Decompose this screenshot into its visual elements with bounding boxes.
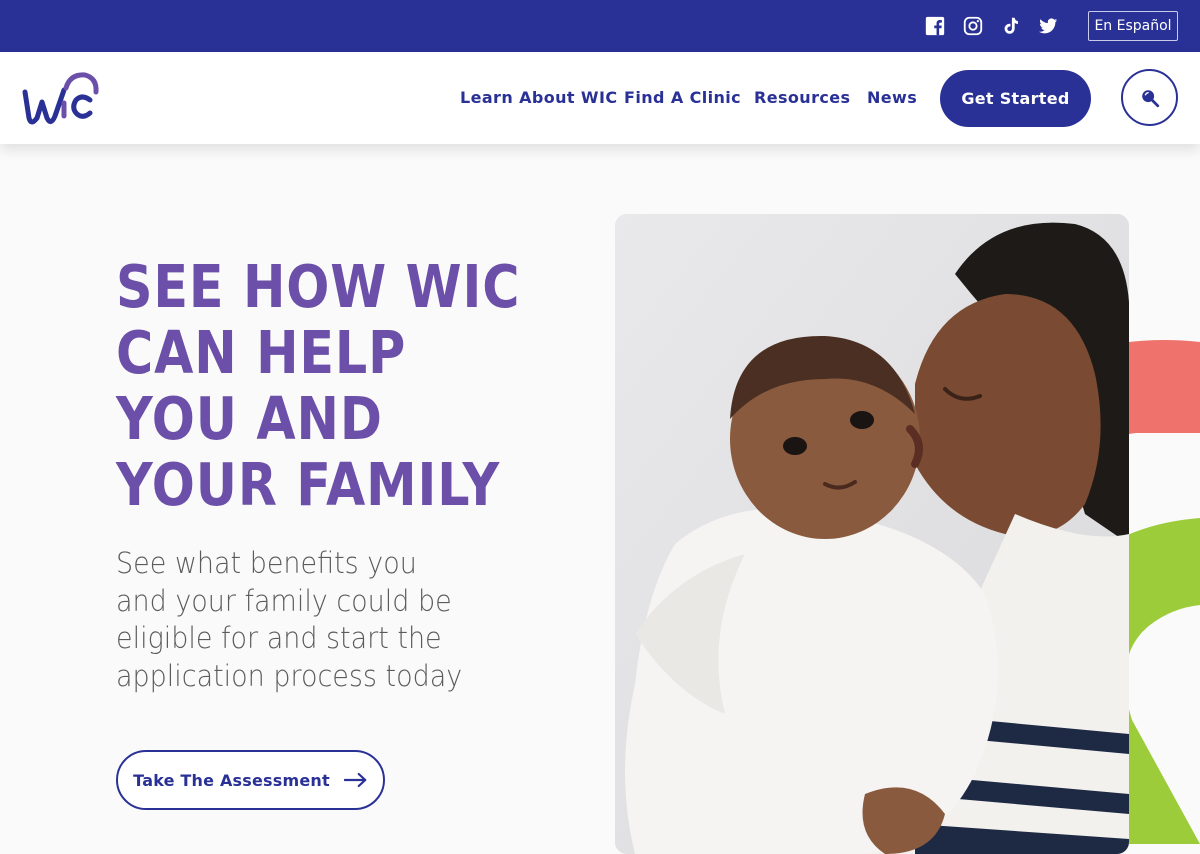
hero-headline-line: SEE HOW WIC <box>116 252 521 321</box>
facebook-icon[interactable] <box>923 14 947 38</box>
nav-resources[interactable]: Resources <box>754 88 850 107</box>
mother-kissing-baby-photo <box>615 214 1129 854</box>
search-icon <box>1141 89 1159 107</box>
arrow-right-icon <box>343 772 367 788</box>
hero-headline-line: CAN HELP <box>116 318 407 387</box>
search-button[interactable] <box>1121 69 1178 126</box>
wic-logo[interactable] <box>20 66 100 130</box>
main-navbar: Learn About WIC Find A Clinic Resources … <box>0 52 1200 144</box>
language-toggle-button[interactable]: En Español <box>1088 11 1178 41</box>
nav-find-a-clinic[interactable]: Find A Clinic <box>624 88 741 107</box>
nav-news[interactable]: News <box>867 88 917 107</box>
take-assessment-button[interactable]: Take The Assessment <box>116 750 385 810</box>
hero-headline-line: YOUR FAMILY <box>116 450 501 519</box>
top-utility-bar: En Español <box>0 0 1200 52</box>
nav-learn-about-wic[interactable]: Learn About WIC <box>460 88 617 107</box>
hero-headline: SEE HOW WIC CAN HELP YOU AND YOUR FAMILY <box>116 252 521 519</box>
instagram-icon[interactable] <box>961 14 985 38</box>
tiktok-icon[interactable] <box>999 14 1023 38</box>
hero-headline-line: YOU AND <box>116 384 383 453</box>
twitter-icon[interactable] <box>1036 14 1060 38</box>
take-assessment-label: Take The Assessment <box>133 770 330 790</box>
hero-subtitle: See what benefits you and your family co… <box>116 546 463 693</box>
get-started-button[interactable]: Get Started <box>940 70 1091 127</box>
